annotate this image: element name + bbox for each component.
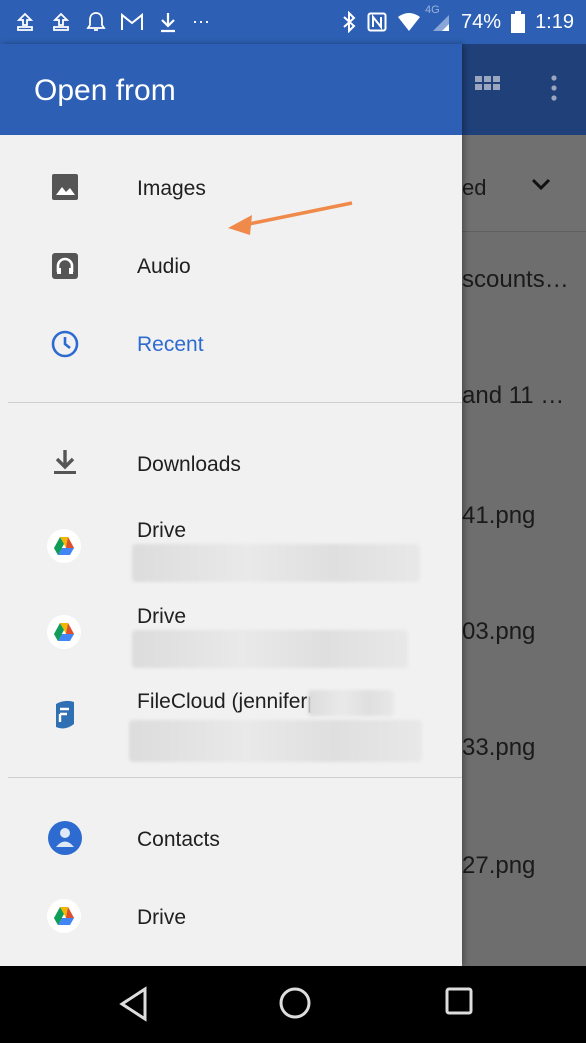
download-notification-icon [158,11,178,33]
divider [8,402,462,403]
drawer-item-label: FileCloud (jenniferp [137,690,320,713]
chevron-down-icon[interactable] [530,176,552,197]
upload-notification-icon-2 [50,11,72,33]
open-from-drawer: Open from Images Audio Recent Downloads … [0,44,462,966]
system-navigation-bar [0,966,586,1043]
clock: 1:19 [535,10,574,33]
annotation-arrow-icon [228,201,353,235]
file-name[interactable]: scounts… [462,266,569,294]
contacts-icon [47,820,83,856]
drawer-item-drive[interactable]: Drive [0,509,462,589]
google-drive-icon [47,615,81,649]
wifi-icon [397,12,421,32]
drawer-item-label: Drive [137,906,187,929]
google-drive-icon [47,529,81,563]
drawer-item-label: Images [137,177,206,200]
grid-view-icon[interactable] [475,76,501,103]
account-name-redacted [308,690,394,716]
drawer-item-label: Downloads [137,453,241,476]
drawer-item-drive-2[interactable]: Drive [0,595,462,675]
drawer-item-contacts[interactable]: Contacts [0,804,462,874]
drawer-item-downloads[interactable]: Downloads [0,429,462,499]
bluetooth-icon [341,11,357,33]
drawer-item-label: Drive [137,605,187,628]
account-email-redacted [132,630,408,668]
home-button[interactable] [278,986,312,1025]
battery-percent: 74% [461,10,502,33]
drawer-title: Open from [34,74,176,107]
image-icon [50,172,80,202]
nfc-icon [367,12,387,32]
bell-icon [86,11,106,33]
filecloud-icon [50,700,80,730]
drawer-item-drive-3[interactable]: Drive [0,882,462,952]
divider [8,777,462,778]
drawer-item-recent[interactable]: Recent [0,309,462,379]
file-name[interactable]: 03.png [462,618,535,646]
cell-signal-icon: 4G [425,4,451,32]
drawer-item-audio[interactable]: Audio [0,231,462,301]
status-bar: ⋯ 4G 74% 1:19 [0,0,586,44]
gmail-icon [120,12,144,32]
network-type: 4G [425,4,440,16]
upload-notification-icon [14,11,36,33]
more-notifications-icon: ⋯ [192,11,210,32]
drawer-item-filecloud[interactable]: FileCloud (jenniferp [0,680,462,770]
download-icon [50,447,80,477]
file-name[interactable]: and 11 … [462,382,564,410]
drawer-item-label: Audio [137,255,191,278]
clock-icon [50,329,80,359]
back-button[interactable] [118,986,150,1027]
drawer-item-label: Contacts [137,828,220,851]
account-email-redacted [129,720,422,762]
google-drive-icon [47,899,81,933]
drawer-header: Open from [0,44,462,135]
sort-label[interactable]: ed [462,175,486,201]
file-name[interactable]: 33.png [462,734,535,762]
overflow-menu-icon[interactable] [550,74,558,107]
account-email-redacted [132,544,420,582]
battery-icon [511,11,526,33]
file-name[interactable]: 41.png [462,502,535,530]
drawer-item-label: Drive [137,519,187,542]
recents-button[interactable] [444,986,474,1021]
file-name[interactable]: 27.png [462,852,535,880]
headphones-icon [50,251,80,281]
drawer-item-label: Recent [137,333,204,356]
